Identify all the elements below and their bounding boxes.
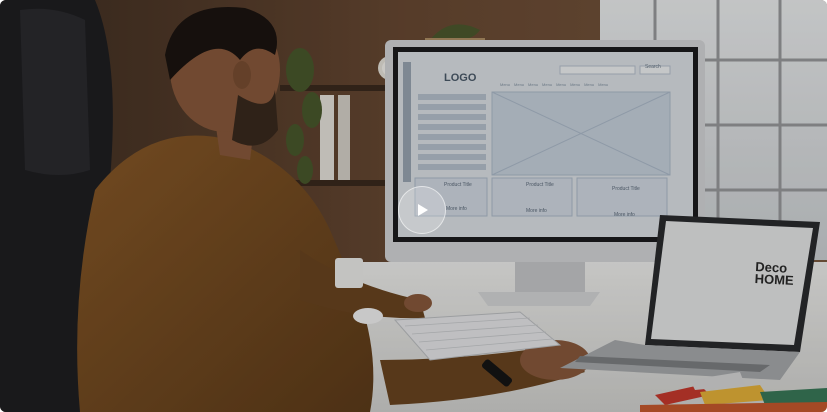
product-card-title: Product Title (526, 182, 554, 188)
monitor-logo: LOGO (444, 72, 477, 84)
play-icon (418, 204, 428, 216)
monitor-nav-item: Menu (542, 82, 553, 87)
product-card-button: More info (526, 208, 547, 214)
monitor-nav-item: Menu (500, 82, 511, 87)
monitor-nav: Menu Menu Menu Menu Menu Menu Menu Menu (500, 82, 670, 90)
monitor-nav-item: Menu (570, 82, 581, 87)
monitor-nav-item: Menu (514, 82, 525, 87)
monitor-nav-item: Menu (598, 82, 609, 87)
video-thumbnail[interactable]: LOGO Search Menu Menu Menu Menu Menu Men… (0, 0, 827, 412)
monitor-nav-item: Menu (556, 82, 567, 87)
product-card-button: More info (446, 206, 467, 212)
laptop-brand-line2: HOME (754, 270, 795, 289)
monitor-nav-item: Menu (528, 82, 539, 87)
product-card-button: More info (614, 212, 635, 218)
monitor-nav-item: Menu (584, 82, 595, 87)
laptop-brand: Deco HOME (754, 259, 795, 289)
monitor-search-button: Search (645, 64, 661, 70)
play-button[interactable] (398, 186, 446, 234)
product-card-title: Product Title (444, 182, 472, 188)
product-card-title: Product Title (612, 186, 640, 192)
